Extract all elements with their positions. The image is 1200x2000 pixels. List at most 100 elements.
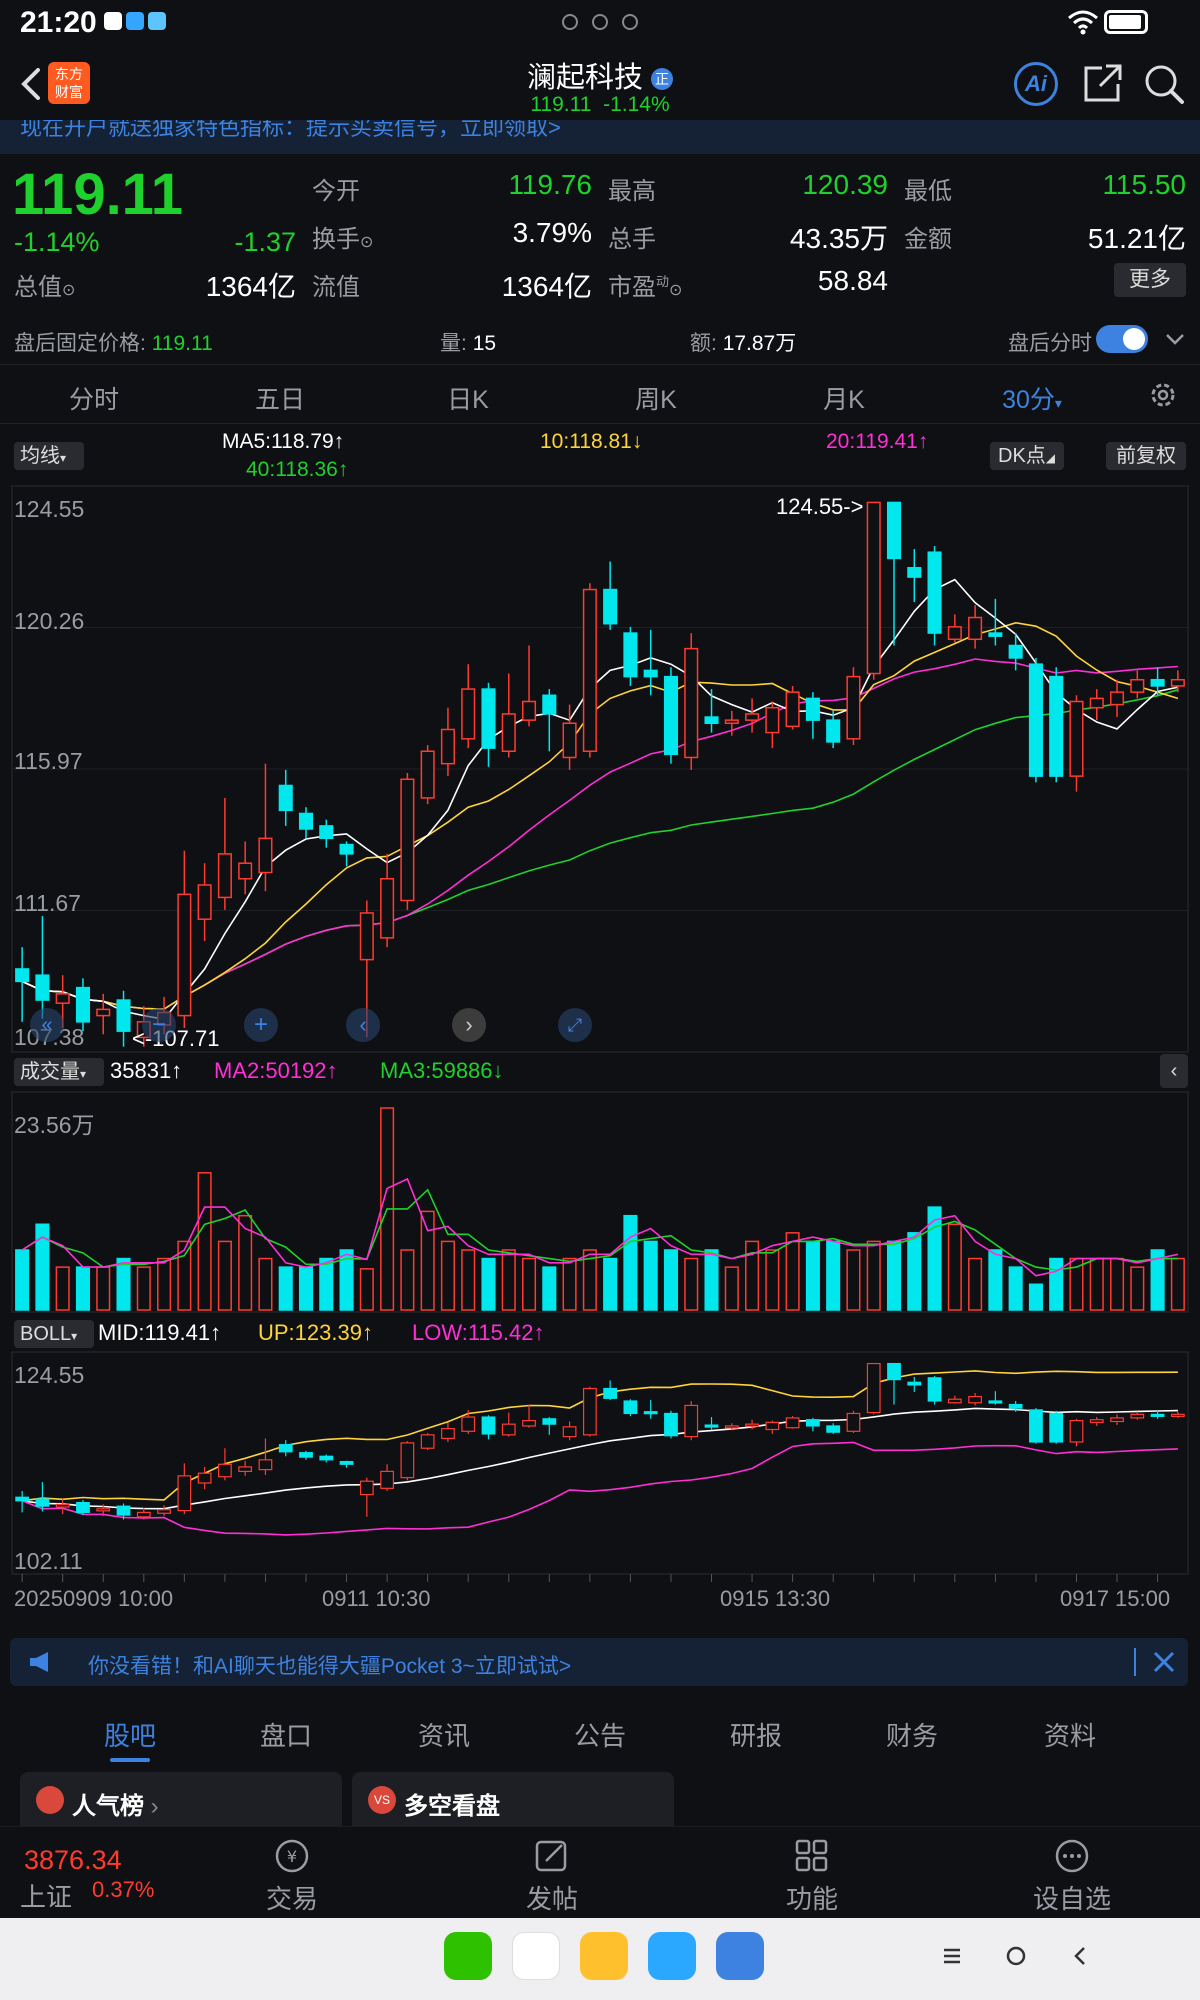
volume-bar (521, 1257, 537, 1311)
system-dock (0, 1918, 1200, 2000)
candle-body (217, 853, 232, 899)
tab-timeshare[interactable]: 分时 (34, 380, 154, 416)
app-icon[interactable] (512, 1932, 560, 1980)
tab-guba[interactable]: 股吧 (70, 1716, 190, 1753)
volume-bar (75, 1266, 91, 1311)
boll-axis-max: 124.55 (14, 1362, 85, 1388)
tab-monthly-k[interactable]: 月K (784, 380, 904, 416)
files-icon[interactable] (648, 1932, 696, 1980)
search-icon[interactable] (1142, 62, 1186, 106)
boll-candle-body (724, 1425, 739, 1429)
candle-body (481, 688, 496, 749)
wifi-icon (1066, 8, 1100, 36)
volume-bar (968, 1257, 983, 1311)
kline-chart-area: 均线▾ MA5:118.79↑ 10:118.81↓ 20:119.41↑ 40… (0, 424, 1200, 1624)
index-value[interactable]: 3876.34 (24, 1845, 122, 1876)
scroll-left-fast-icon[interactable]: « (30, 1008, 64, 1042)
trade-label[interactable]: 交易 (262, 1879, 322, 1916)
tab-finance[interactable]: 财务 (852, 1716, 972, 1753)
settings-gear-icon[interactable] (1148, 380, 1178, 410)
home-icon[interactable] (1004, 1944, 1028, 1968)
boll-candle-body (643, 1411, 658, 1415)
boll-candle-body (704, 1424, 719, 1428)
boll-candle-body (218, 1463, 232, 1478)
candle-body (947, 626, 962, 641)
volume-bar (947, 1223, 962, 1311)
candle-body (420, 750, 435, 799)
collapse-panel-icon[interactable]: ‹ (1160, 1054, 1188, 1088)
functions-label[interactable]: 功能 (782, 1879, 842, 1916)
tab-weekly-k[interactable]: 周K (596, 380, 716, 416)
boll-candle-body (684, 1404, 699, 1438)
boll-candle-body (359, 1480, 374, 1496)
scroll-right-icon[interactable]: › (452, 1008, 486, 1042)
volume-bar (420, 1210, 435, 1311)
zoom-out-icon[interactable]: − (142, 1008, 176, 1042)
post-icon[interactable] (532, 1837, 572, 1875)
popularity-card[interactable]: 人气榜 › (20, 1772, 342, 1826)
after-hours-toggle[interactable] (1096, 325, 1148, 353)
ai-icon[interactable]: Ai (1014, 62, 1058, 106)
candle-body (785, 691, 800, 728)
turnover-label: 换手⊙ (312, 226, 374, 253)
candle-body (440, 728, 455, 765)
bull-bear-card[interactable]: VS 多空看盘 (352, 1772, 674, 1826)
megaphone-icon (26, 1650, 56, 1674)
boll-candle-body (1008, 1403, 1023, 1409)
scroll-left-icon[interactable]: ‹ (346, 1008, 380, 1042)
tab-profile[interactable]: 资料 (1010, 1716, 1130, 1753)
add-watchlist-icon[interactable] (1052, 1837, 1092, 1875)
fullscreen-icon[interactable]: ⤢ (558, 1008, 592, 1042)
more-button[interactable]: 更多 (1114, 263, 1186, 297)
volume-bar (988, 1249, 1003, 1311)
bottom-toolbar: 3876.34 上证 0.37% ¥ 交易 发帖 功能 设自选 (0, 1826, 1200, 1918)
volume-bar (866, 1240, 881, 1311)
boll-panel-frame (11, 1351, 1189, 1575)
tab-news[interactable]: 资讯 (384, 1716, 504, 1753)
stock-badge: 正 (651, 68, 674, 90)
tab-pankou[interactable]: 盘口 (226, 1716, 346, 1753)
boll-candle-body (15, 1496, 30, 1502)
boll-candle-body (562, 1426, 577, 1438)
boll-candle-body (319, 1455, 334, 1461)
indicator-selector[interactable]: BOLL▾ (14, 1320, 94, 1348)
boll-mid-line (21, 1407, 1178, 1510)
ranking-icon (36, 1786, 64, 1814)
volume-selector[interactable]: 成交量▾ (14, 1058, 104, 1086)
candle-body (643, 669, 658, 678)
boll-candle-body (339, 1460, 354, 1465)
promo-strip[interactable]: 现在开户就送独家特色指标：提示买卖信号，立即领取> (0, 120, 1200, 154)
tab-daily-k[interactable]: 日K (408, 380, 528, 416)
boll-candle-body (1049, 1412, 1064, 1443)
candle-body (359, 912, 374, 961)
tab-announcements[interactable]: 公告 (540, 1716, 660, 1753)
share-icon[interactable] (1080, 62, 1124, 106)
add-watchlist-label[interactable]: 设自选 (1024, 1879, 1120, 1916)
chevron-down-icon[interactable] (1164, 329, 1186, 349)
tab-five-day[interactable]: 五日 (220, 380, 340, 416)
tab-30min[interactable]: 30分▾ (972, 380, 1092, 416)
notes-icon[interactable] (580, 1932, 628, 1980)
after-hours-volume: 量: 15 (440, 332, 497, 355)
candlestick-chart[interactable] (0, 424, 1200, 1624)
back-nav-icon[interactable] (1068, 1944, 1092, 1968)
ad-banner[interactable]: 你没看错！和AI聊天也能得大疆Pocket 3~立即试试> (10, 1638, 1188, 1686)
float-label: 流值 (312, 274, 360, 301)
zoom-in-icon[interactable]: + (244, 1008, 278, 1042)
lock-app-icon[interactable] (716, 1932, 764, 1980)
wechat-icon[interactable] (444, 1932, 492, 1980)
tab-research[interactable]: 研报 (696, 1716, 816, 1753)
amount-label: 金额 (904, 226, 952, 253)
boll-low: LOW:115.42↑ (412, 1320, 545, 1345)
close-icon[interactable] (1150, 1648, 1178, 1676)
time-axis-label: 0911 10:30 (322, 1586, 431, 1611)
post-label[interactable]: 发帖 (522, 1879, 582, 1916)
trade-icon[interactable]: ¥ (272, 1837, 312, 1875)
volume-bar (136, 1266, 151, 1311)
change-value: -1.37 (234, 227, 296, 257)
boll-candle-body (765, 1421, 780, 1431)
menu-icon[interactable] (940, 1944, 964, 1968)
index-name[interactable]: 上证 (20, 1877, 72, 1914)
functions-icon[interactable] (792, 1837, 832, 1875)
volume-bar (359, 1268, 374, 1311)
